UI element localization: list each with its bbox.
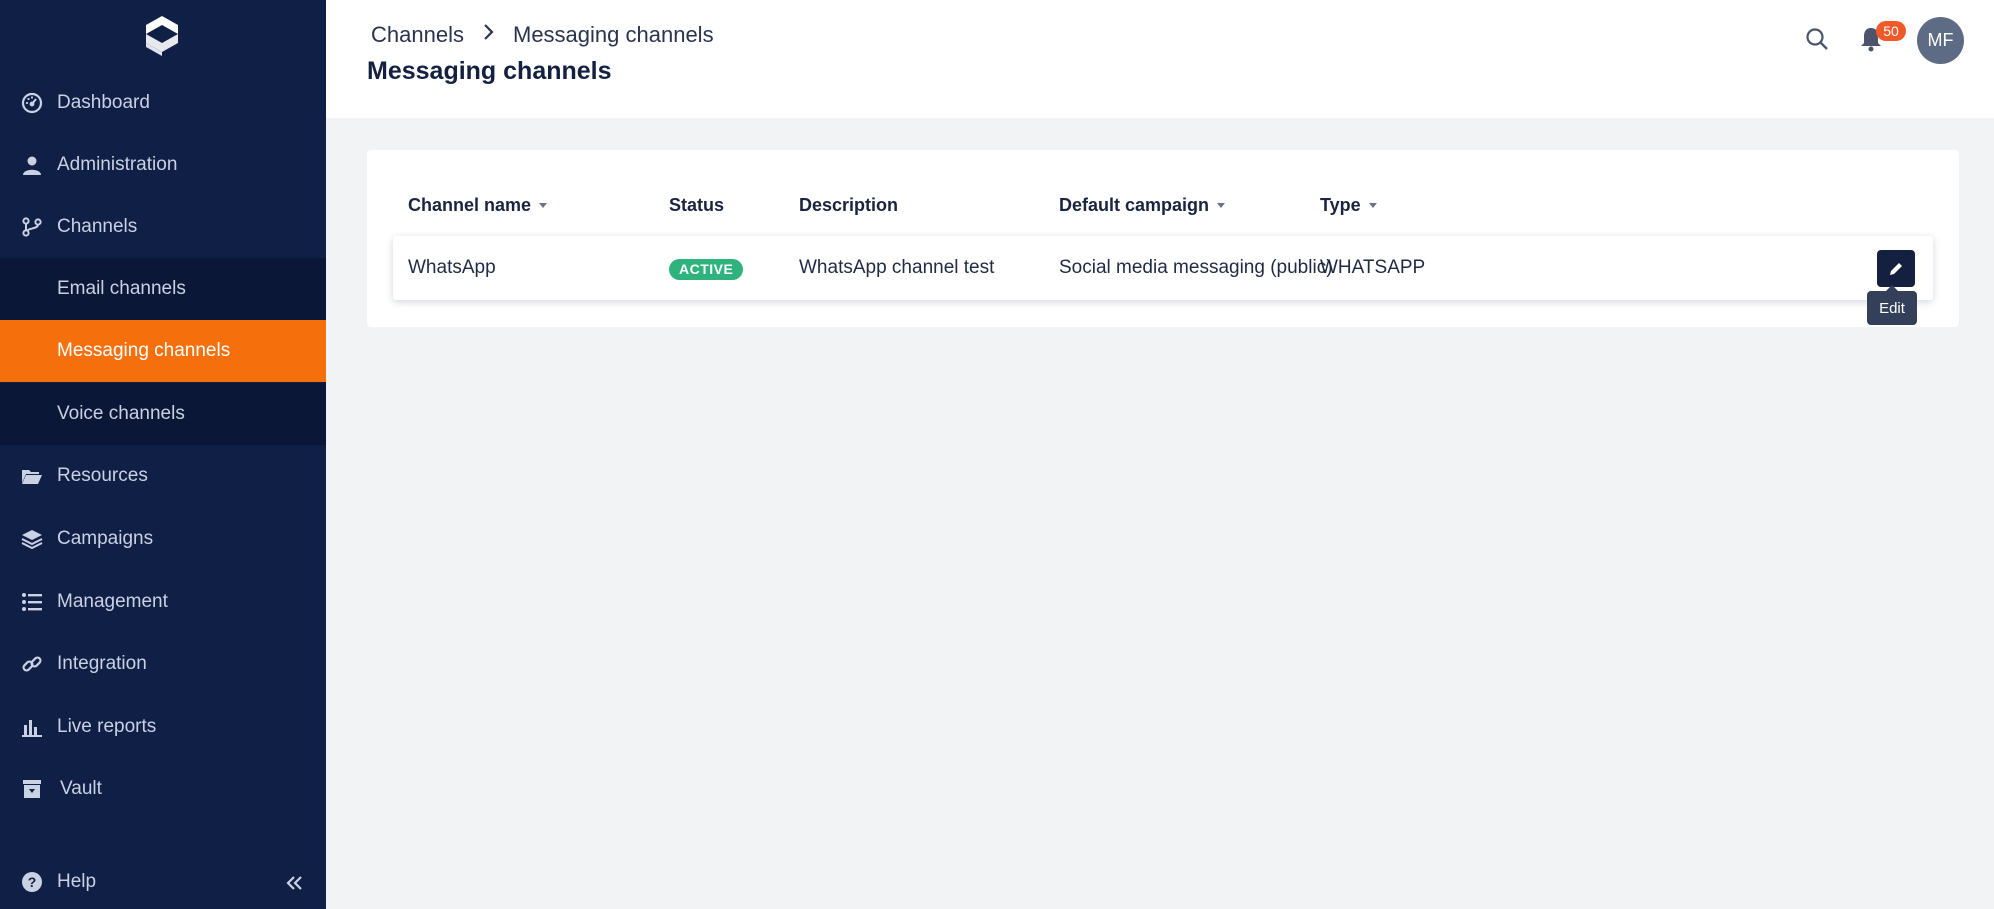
avatar[interactable]: MF xyxy=(1917,17,1964,64)
dashboard-gauge-icon xyxy=(20,91,44,115)
list-icon xyxy=(20,590,44,614)
sidebar-item-email-channels[interactable]: Email channels xyxy=(0,258,326,320)
page-title: Messaging channels xyxy=(367,57,612,85)
status-badge: ACTIVE xyxy=(669,259,744,280)
vault-box-icon xyxy=(20,777,44,801)
bar-chart-icon xyxy=(20,715,44,739)
sidebar-item-channels[interactable]: Channels xyxy=(0,196,326,258)
breadcrumb-current: Messaging channels xyxy=(513,22,714,47)
column-header-default-campaign[interactable]: Default campaign xyxy=(1059,195,1226,216)
sidebar-item-campaigns[interactable]: Campaigns xyxy=(0,508,326,570)
sidebar-item-integration[interactable]: Integration xyxy=(0,633,326,695)
column-header-label: Status xyxy=(669,195,725,215)
sidebar: Dashboard Administration Channels Email … xyxy=(0,0,326,909)
sidebar-item-label: Live reports xyxy=(57,716,157,737)
column-header-description: Description xyxy=(799,195,898,216)
sidebar-item-label: Messaging channels xyxy=(57,340,231,361)
sidebar-item-voice-channels[interactable]: Voice channels xyxy=(0,383,326,445)
search-icon[interactable] xyxy=(1804,26,1830,52)
column-header-label: Type xyxy=(1320,195,1361,215)
link-icon xyxy=(20,652,44,676)
sidebar-item-label: Email channels xyxy=(57,278,186,299)
cell-default-campaign: Social media messaging (public) xyxy=(1059,257,1333,278)
edit-button[interactable] xyxy=(1877,250,1915,287)
cell-description: WhatsApp channel test xyxy=(799,257,995,278)
edit-tooltip: Edit xyxy=(1867,285,1917,325)
sidebar-item-administration[interactable]: Administration xyxy=(0,134,326,196)
column-header-label: Description xyxy=(799,195,899,215)
pencil-icon xyxy=(1890,262,1902,275)
column-header-label: Channel name xyxy=(408,195,532,215)
sidebar-item-label: Voice channels xyxy=(57,403,185,424)
sidebar-item-label: Channels xyxy=(57,216,138,237)
sidebar-item-label: Resources xyxy=(57,465,148,486)
sort-caret-icon xyxy=(1217,203,1226,208)
cell-type: WHATSAPP xyxy=(1320,257,1426,278)
sort-caret-icon xyxy=(1368,203,1377,208)
top-header: Channels Messaging channels Messaging ch… xyxy=(326,0,1994,118)
cell-channel-name: WhatsApp xyxy=(408,257,496,278)
column-header-label: Default campaign xyxy=(1059,195,1210,215)
app-logo xyxy=(146,16,178,56)
sidebar-item-help[interactable]: ? Help xyxy=(0,851,326,909)
sidebar-item-label: Administration xyxy=(57,154,178,175)
sidebar-item-label: Dashboard xyxy=(57,92,150,113)
sidebar-item-label: Campaigns xyxy=(57,528,154,549)
branch-icon xyxy=(20,215,44,239)
chevron-right-icon xyxy=(484,24,494,40)
sort-caret-icon xyxy=(539,203,548,208)
collapse-sidebar-icon[interactable] xyxy=(282,870,308,896)
sidebar-item-label: Management xyxy=(57,591,168,612)
help-circle-icon: ? xyxy=(20,870,44,894)
sidebar-item-resources[interactable]: Resources xyxy=(0,445,326,507)
column-header-type[interactable]: Type xyxy=(1320,195,1377,216)
sidebar-item-vault[interactable]: Vault xyxy=(0,758,326,820)
sidebar-item-label: Vault xyxy=(60,778,102,799)
column-header-channel-name[interactable]: Channel name xyxy=(408,195,548,216)
sidebar-item-messaging-channels[interactable]: Messaging channels xyxy=(0,320,326,382)
svg-text:?: ? xyxy=(28,874,37,890)
breadcrumb-channels[interactable]: Channels xyxy=(371,22,464,48)
sidebar-item-dashboard[interactable]: Dashboard xyxy=(0,72,326,134)
folder-open-icon xyxy=(20,464,44,488)
column-header-status: Status xyxy=(669,195,724,216)
layers-icon xyxy=(20,527,44,551)
sidebar-item-management[interactable]: Management xyxy=(0,571,326,633)
notification-count-badge: 50 xyxy=(1876,21,1906,41)
sidebar-item-label: Help xyxy=(57,871,97,892)
sidebar-item-label: Integration xyxy=(57,653,147,674)
sidebar-item-live-reports[interactable]: Live reports xyxy=(0,696,326,758)
user-icon xyxy=(20,153,44,177)
